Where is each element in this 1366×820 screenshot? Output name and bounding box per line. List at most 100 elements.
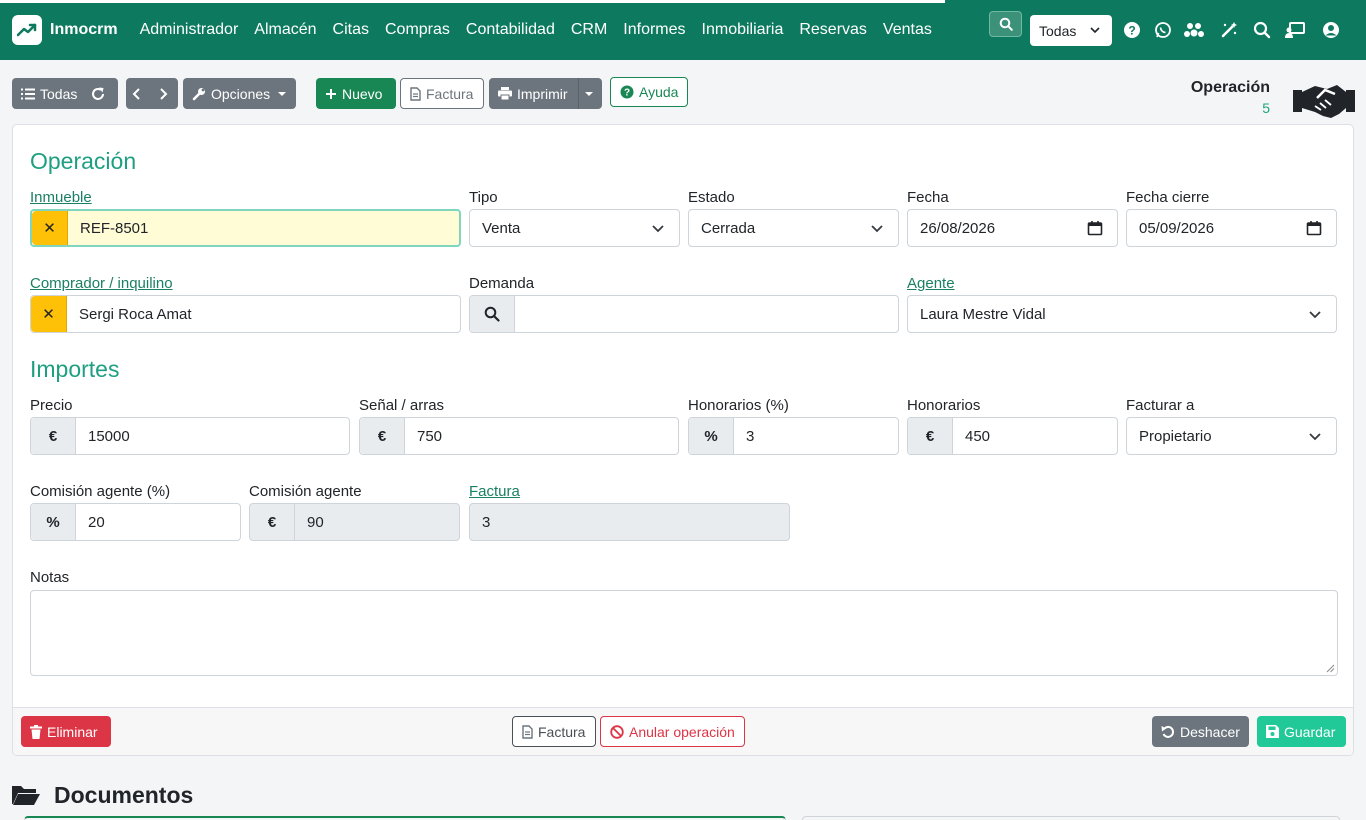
cancel-operation-button[interactable]: Anular operación <box>600 716 745 747</box>
chevron-down-icon <box>1090 27 1100 34</box>
brand[interactable]: Inmocrm <box>12 15 118 45</box>
operation-form-card: Operación Inmueble ✕ REF-8501 Tipo Venta… <box>12 124 1354 756</box>
agent-select[interactable]: Laura Mestre Vidal <box>907 295 1337 333</box>
menu-item-inmobiliaria[interactable]: Inmobiliaria <box>702 0 784 60</box>
menu-item-crm[interactable]: CRM <box>571 0 607 60</box>
price-input[interactable]: 15000 <box>76 428 349 445</box>
search-icon[interactable] <box>1251 19 1273 41</box>
bill-to-select-value: Propietario <box>1139 427 1212 445</box>
close-date-input[interactable]: 05/09/2026 <box>1126 209 1337 247</box>
date-label: Fecha <box>907 189 949 206</box>
demand-field <box>469 295 899 333</box>
fees-pct-input[interactable]: 3 <box>734 428 898 445</box>
user-circle-icon[interactable] <box>1320 19 1342 41</box>
menu-item-citas[interactable]: Citas <box>333 0 369 60</box>
type-label: Tipo <box>469 189 498 206</box>
date-input[interactable]: 26/08/2026 <box>907 209 1118 247</box>
magic-wand-icon[interactable] <box>1218 19 1240 41</box>
print-button[interactable]: Imprimir <box>489 78 602 109</box>
whatsapp-icon[interactable] <box>1152 19 1174 41</box>
clear-property-button[interactable]: ✕ <box>32 211 68 245</box>
ban-icon <box>610 724 624 739</box>
help-button[interactable]: ? Ayuda <box>610 77 688 107</box>
record-title: Operación <box>1190 79 1270 96</box>
menu-item-administrador[interactable]: Administrador <box>140 0 239 60</box>
fees-input[interactable]: 450 <box>953 428 1117 445</box>
documents-panel-left <box>24 816 786 820</box>
help-label: Ayuda <box>639 84 679 100</box>
resize-handle-icon[interactable] <box>1326 664 1335 673</box>
users-cog-icon[interactable] <box>1183 19 1205 41</box>
help-icon[interactable]: ? <box>1121 19 1143 41</box>
date-input-value: 26/08/2026 <box>920 219 996 237</box>
undo-button[interactable]: Deshacer <box>1152 716 1249 747</box>
footer-invoice-button[interactable]: Factura <box>512 716 596 747</box>
undo-icon <box>1161 725 1175 738</box>
section-title-amounts: Importes <box>30 356 120 382</box>
record-nav-group <box>126 78 178 109</box>
file-invoice-icon <box>410 86 421 101</box>
calendar-icon[interactable] <box>1087 220 1103 236</box>
menu-item-reservas[interactable]: Reservas <box>799 0 867 60</box>
new-label: Nuevo <box>342 85 383 102</box>
agent-select-value: Laura Mestre Vidal <box>920 305 1046 323</box>
euro-icon: € <box>908 418 953 454</box>
invoice-label: Factura <box>426 85 474 102</box>
agent-comm-value: 90 <box>307 513 324 531</box>
close-date-input-value: 05/09/2026 <box>1139 219 1215 237</box>
agent-label-link[interactable]: Agente <box>907 275 955 292</box>
bill-to-select[interactable]: Propietario <box>1126 417 1337 455</box>
status-select[interactable]: Cerrada <box>688 209 899 247</box>
close-icon: ✕ <box>43 220 56 237</box>
chalkboard-user-icon[interactable] <box>1284 19 1306 41</box>
plus-icon <box>326 88 336 99</box>
main-menu: Administrador Almacén Citas Compras Cont… <box>140 0 948 60</box>
deposit-input[interactable]: 750 <box>405 428 678 445</box>
chevron-down-icon <box>1309 433 1321 441</box>
type-select-value: Venta <box>482 219 521 237</box>
invoice-link-label[interactable]: Factura <box>469 483 520 500</box>
agent-comm-pct-input[interactable]: 20 <box>76 514 240 531</box>
agent-comm-pct-field: % 20 <box>30 503 241 541</box>
percent-icon: % <box>689 418 734 454</box>
status-select-value: Cerrada <box>701 219 756 237</box>
clear-buyer-button[interactable]: ✕ <box>31 296 67 332</box>
search-icon <box>999 17 1013 31</box>
nav-search-button[interactable] <box>989 11 1022 37</box>
property-input[interactable]: REF-8501 <box>68 211 459 245</box>
notes-textarea[interactable] <box>30 590 1338 676</box>
demand-label: Demanda <box>469 275 535 292</box>
company-select[interactable]: Todas <box>1030 15 1112 46</box>
deposit-field: € 750 <box>359 417 679 455</box>
euro-icon: € <box>360 418 405 454</box>
close-icon: ✕ <box>42 306 55 323</box>
invoice-button[interactable]: Factura <box>400 78 484 109</box>
status-label: Estado <box>688 189 735 206</box>
top-navbar: Inmocrm Administrador Almacén Citas Comp… <box>0 0 1366 60</box>
chevron-down-icon <box>871 225 883 233</box>
property-label-link[interactable]: Inmueble <box>30 189 92 206</box>
company-select-value: Todas <box>1039 22 1077 39</box>
menu-item-almacen[interactable]: Almacén <box>254 0 316 60</box>
options-button[interactable]: Opciones <box>183 78 296 109</box>
delete-button[interactable]: Eliminar <box>21 716 111 747</box>
save-button[interactable]: Guardar <box>1257 716 1346 747</box>
buyer-label-link[interactable]: Comprador / inquilino <box>30 275 173 292</box>
calendar-icon[interactable] <box>1306 220 1322 236</box>
list-all-button[interactable]: Todas <box>12 78 118 109</box>
menu-item-informes[interactable]: Informes <box>623 0 685 60</box>
menu-item-ventas[interactable]: Ventas <box>883 0 932 60</box>
documents-panel-right <box>802 816 1340 820</box>
menu-item-contabilidad[interactable]: Contabilidad <box>466 0 555 60</box>
type-select[interactable]: Venta <box>469 209 680 247</box>
print-dropdown-toggle[interactable] <box>577 78 600 109</box>
fees-field: € 450 <box>907 417 1118 455</box>
demand-search-button[interactable] <box>470 296 515 332</box>
folder-open-icon <box>12 784 40 810</box>
menu-item-compras[interactable]: Compras <box>385 0 450 60</box>
new-button[interactable]: Nuevo <box>316 78 396 109</box>
buyer-input[interactable]: Sergi Roca Amat <box>67 306 460 323</box>
file-invoice-icon <box>522 724 533 739</box>
chevron-left-icon[interactable] <box>126 87 152 101</box>
chevron-right-icon[interactable] <box>152 87 178 101</box>
